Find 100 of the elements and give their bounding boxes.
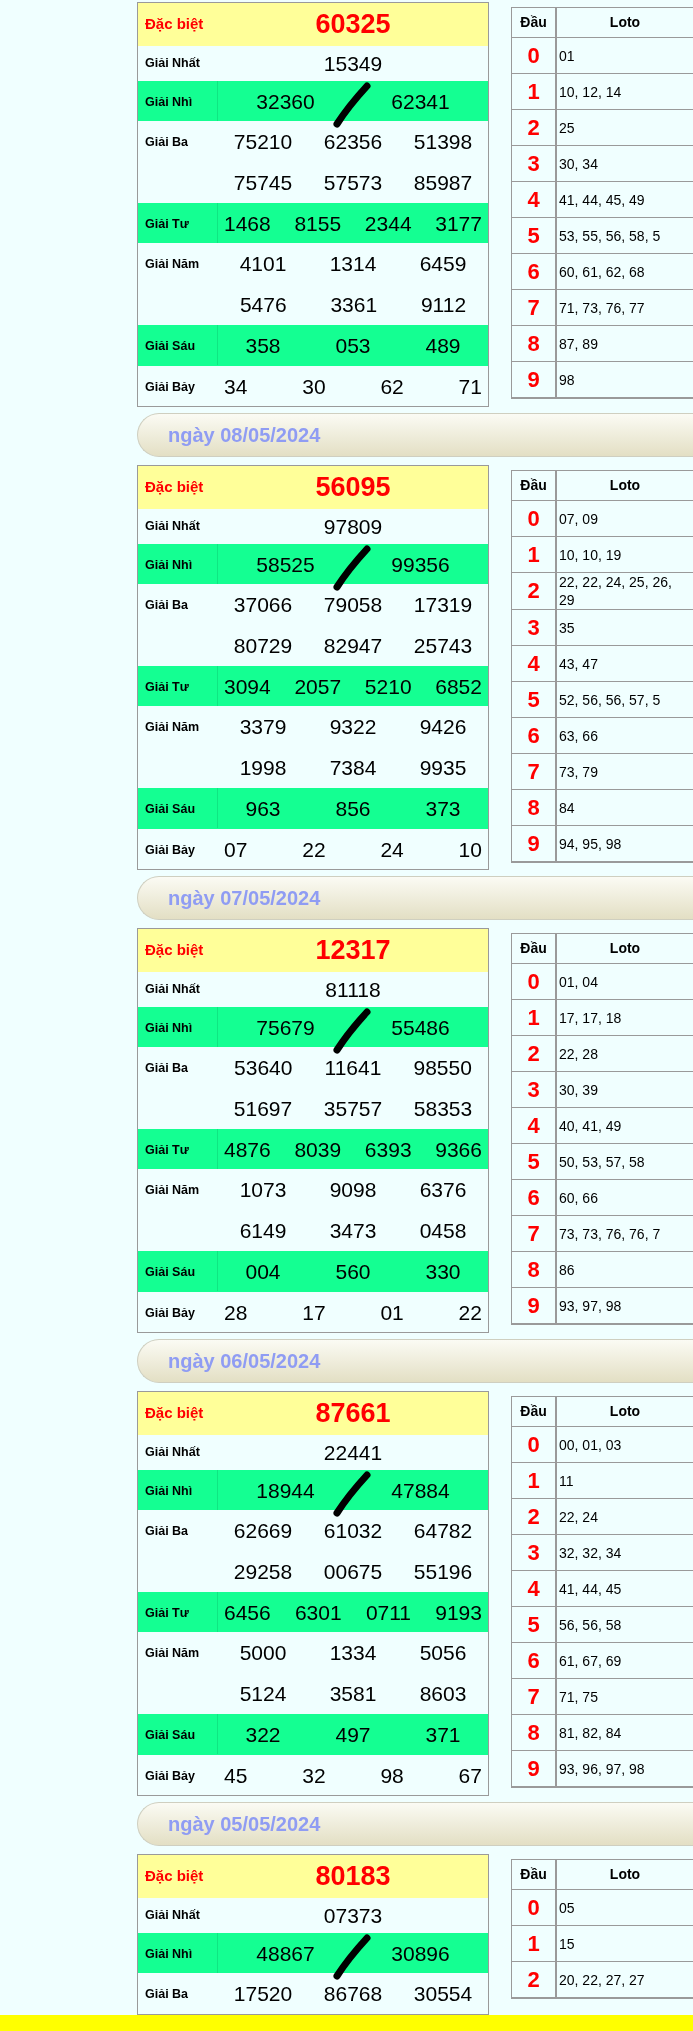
prize-number: 6393 [364, 1138, 412, 1160]
prize-number: 1468 [224, 212, 271, 234]
column-header: Loto [609, 1865, 641, 1884]
prize-number: 17319 [413, 594, 473, 615]
loto-numbers: 60, 61, 62, 68 [559, 262, 645, 281]
pen-stroke-mark [332, 82, 372, 128]
prize-label: Đặc biệt [145, 14, 204, 35]
prize-number: 51697 [233, 1098, 293, 1119]
loto-numbers: 50, 53, 57, 58 [559, 1152, 645, 1171]
prize-number: 5476 [239, 294, 287, 315]
prize-number: 5210 [364, 675, 412, 697]
head-digit: 1 [527, 1932, 540, 1955]
head-digit: 8 [527, 1721, 540, 1744]
prize-number: 1334 [329, 1642, 377, 1663]
prize-number: 8155 [294, 212, 342, 234]
date-title: ngày 06/05/2024 [168, 1349, 321, 1374]
prize-number: 358 [245, 335, 281, 356]
loto-numbers: 30, 39 [559, 1080, 598, 1099]
prize-label: Giải Nhất [145, 1907, 200, 1925]
prize-number: 34 [224, 375, 248, 397]
prize-number: 371 [425, 1724, 461, 1745]
prize-label: Đặc biệt [145, 1403, 204, 1424]
prize-number: 9426 [419, 716, 467, 737]
prize-label: Giải Nhất [145, 518, 200, 536]
column-header: Loto [609, 939, 641, 958]
column-header: Đầu [520, 476, 547, 495]
date-title: ngày 07/05/2024 [168, 886, 321, 911]
head-digit: 3 [527, 152, 540, 175]
loto-numbers: 41, 44, 45 [559, 1579, 622, 1598]
prize-number: 1998 [239, 757, 287, 778]
head-digit: 1 [527, 1469, 540, 1492]
prize-number: 4876 [224, 1138, 271, 1160]
prize-number: 58353 [413, 1098, 473, 1119]
head-digit: 0 [527, 507, 540, 530]
head-digit: 2 [527, 1042, 540, 1065]
prize-label: Giải Tư [145, 216, 189, 233]
prize-number: 9098 [329, 1179, 377, 1200]
head-digit: 8 [527, 332, 540, 355]
prize-number: 22 [302, 838, 326, 860]
head-digit: 6 [527, 1649, 540, 1672]
prize-label: Giải Năm [145, 719, 200, 736]
head-digit: 5 [527, 1150, 540, 1173]
loto-numbers: 81, 82, 84 [559, 1723, 622, 1742]
head-digit: 2 [527, 1968, 540, 1991]
loto-numbers: 86 [559, 1260, 575, 1279]
head-digit: 1 [527, 543, 540, 566]
prize-label: Đặc biệt [145, 940, 204, 961]
prize-number: 99356 [391, 553, 450, 575]
special-prize-number: 87661 [315, 1400, 391, 1427]
prize-label: Giải Tư [145, 1142, 189, 1159]
prize-number: 6852 [435, 675, 482, 697]
prize-number: 98550 [413, 1057, 472, 1078]
prize-number: 85987 [413, 172, 473, 193]
prize-number: 57573 [323, 172, 383, 193]
head-digit: 7 [527, 1685, 540, 1708]
prize-number: 9366 [435, 1138, 482, 1160]
prize-number: 32360 [256, 90, 315, 112]
loto-numbers: 43, 47 [559, 654, 598, 673]
loto-numbers: 15 [559, 1934, 575, 1953]
loto-numbers: 60, 66 [559, 1188, 598, 1207]
prize-label: Giải Sáu [145, 338, 196, 355]
prize-number: 5056 [419, 1642, 467, 1663]
prize-number: 62 [380, 375, 404, 397]
loto-numbers: 10, 12, 14 [559, 82, 622, 101]
prize-number: 18944 [256, 1479, 315, 1501]
prize-number: 00675 [323, 1561, 383, 1582]
loto-numbers: 07, 09 [559, 509, 598, 528]
head-digit: 9 [527, 832, 540, 855]
prize-number: 48867 [256, 1942, 315, 1964]
prize-number: 2057 [294, 675, 342, 697]
loto-numbers: 10, 10, 19 [559, 545, 622, 564]
head-digit: 4 [527, 188, 540, 211]
prize-number: 1314 [329, 253, 377, 274]
prize-number: 9322 [329, 716, 377, 737]
prize-number: 28 [224, 1301, 248, 1323]
prize-number: 7384 [329, 757, 377, 778]
prize-number: 62341 [391, 90, 450, 112]
prize-number: 61032 [323, 1520, 383, 1541]
loto-numbers: 01, 04 [559, 972, 598, 991]
column-header: Đầu [520, 1402, 547, 1421]
prize-number: 35757 [323, 1098, 383, 1119]
loto-numbers: 93, 96, 97, 98 [559, 1759, 645, 1778]
head-digit: 2 [527, 1505, 540, 1528]
prize-label: Giải Bảy [145, 379, 196, 396]
prize-number: 2344 [364, 212, 412, 234]
prize-number: 6376 [419, 1179, 467, 1200]
prize-label: Giải Nhì [145, 1020, 193, 1037]
column-header: Loto [609, 1402, 641, 1421]
special-prize-number: 12317 [315, 937, 391, 964]
prize-label: Giải Ba [145, 1060, 189, 1077]
prize-number: 9193 [435, 1601, 482, 1623]
prize-label: Giải Sáu [145, 1264, 196, 1281]
prize-number: 25743 [413, 635, 473, 656]
prize-number: 8039 [294, 1138, 342, 1160]
prize-number: 17520 [233, 1983, 293, 2004]
pen-stroke-mark [332, 1008, 372, 1054]
prize-number: 07373 [323, 1905, 383, 1926]
special-prize-number: 56095 [315, 474, 391, 501]
head-digit: 3 [527, 616, 540, 639]
head-digit: 0 [527, 1433, 540, 1456]
